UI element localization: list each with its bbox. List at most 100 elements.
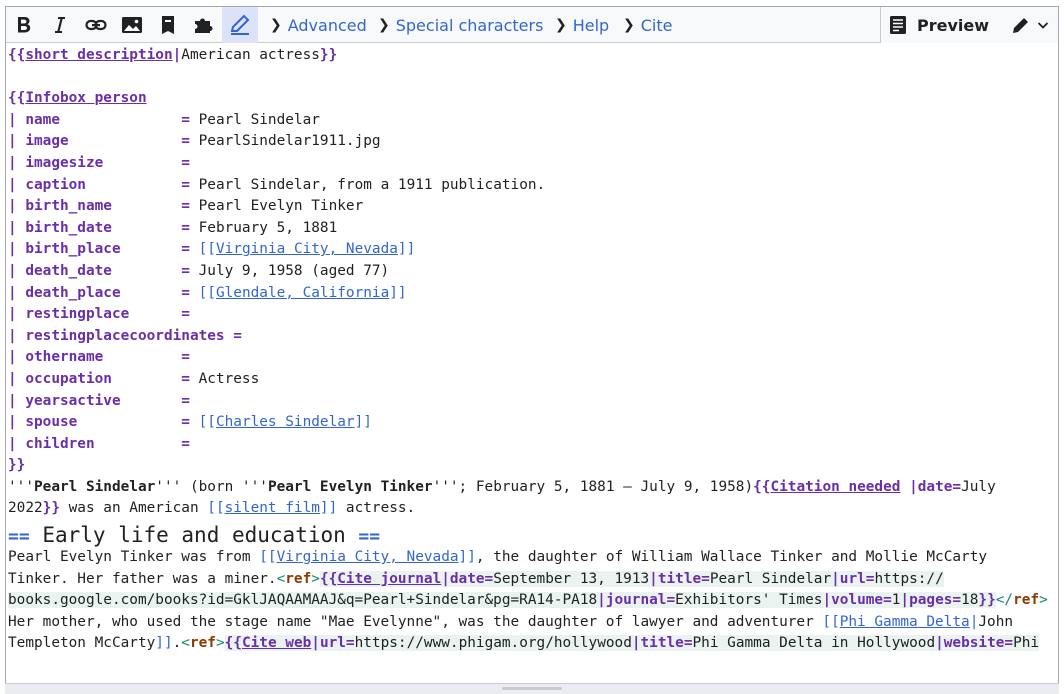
code-line: {{Infobox person bbox=[8, 88, 1056, 110]
code-line: 2022}} was an American [[silent film]] a… bbox=[8, 498, 1056, 520]
param-key: | yearsactive bbox=[8, 392, 121, 409]
param-key: | name bbox=[8, 111, 60, 128]
edit-mode-button[interactable] bbox=[222, 7, 258, 43]
tag-name: ref bbox=[189, 635, 216, 652]
plain-text: . bbox=[172, 635, 182, 652]
param-line: | name = Pearl Sindelar bbox=[8, 110, 1056, 132]
param-key: | restingplacecoordinates bbox=[8, 327, 225, 344]
template-param: |website= bbox=[935, 635, 1014, 652]
param-key: | birth_date bbox=[8, 219, 112, 236]
resize-handle[interactable] bbox=[5, 683, 1059, 694]
link-close: ]] bbox=[458, 549, 476, 566]
plain-text: , the daughter of William Wallace Tinker… bbox=[475, 549, 988, 566]
template-close: }} bbox=[8, 457, 26, 474]
plain-text: was an American bbox=[59, 500, 208, 517]
link-target: Charles Sindelar bbox=[215, 414, 355, 431]
template-value: July bbox=[961, 478, 996, 495]
template-param: |url= bbox=[311, 635, 355, 652]
param-equals: = bbox=[181, 154, 190, 171]
param-equals: = bbox=[181, 349, 190, 366]
param-line: | othername = bbox=[8, 347, 1056, 369]
template-close: }} bbox=[978, 592, 996, 609]
param-equals: = bbox=[181, 435, 190, 452]
code-line: }} bbox=[8, 455, 1056, 477]
param-equals: = bbox=[181, 370, 190, 387]
param-equals: = bbox=[181, 111, 190, 128]
chevron-right-icon: ❯ bbox=[378, 17, 390, 33]
param-padding bbox=[77, 414, 181, 430]
bold-text: Pearl Sindelar bbox=[34, 478, 156, 495]
param-line: | imagesize = bbox=[8, 153, 1056, 175]
param-padding bbox=[112, 371, 181, 387]
wikitext-content[interactable]: {{short description|American actress}} {… bbox=[8, 45, 1056, 655]
param-value: Pearl Evelyn Tinker bbox=[189, 198, 364, 215]
template-button[interactable] bbox=[186, 7, 222, 43]
bold-quote: ''' bbox=[8, 478, 34, 495]
param-line: | occupation = Actress bbox=[8, 369, 1056, 391]
param-line: | restingplace = bbox=[8, 304, 1056, 326]
wikilink: [[Virginia City, Nevada]] bbox=[259, 549, 476, 565]
plain-text: Her mother, who used the stage name "Mae… bbox=[8, 613, 823, 630]
code-line: {{short description|American actress}} bbox=[8, 45, 1056, 67]
template-close: }} bbox=[319, 47, 338, 63]
preview-label: Preview bbox=[917, 15, 990, 35]
ref-content: books.google.com/books?id=GklJAQAAMAAJ&q… bbox=[8, 592, 996, 609]
tag-name: ref bbox=[285, 570, 312, 587]
param-padding bbox=[95, 436, 182, 452]
heading-marker: == bbox=[8, 526, 30, 548]
wikilink: [[Charles Sindelar]] bbox=[199, 414, 372, 430]
toolbar-right-group: Preview bbox=[880, 7, 1058, 43]
ref-content: {{Cite web|url=https://www.phigam.org/ho… bbox=[224, 635, 1040, 652]
image-icon bbox=[122, 17, 142, 33]
bold-text: Pearl Evelyn Tinker bbox=[267, 478, 433, 495]
editor-switch-button[interactable] bbox=[1002, 7, 1058, 43]
bold-icon bbox=[18, 17, 31, 33]
advanced-menu[interactable]: ❯ Advanced bbox=[270, 7, 367, 43]
pencil-icon bbox=[230, 14, 250, 35]
template-param: |journal= bbox=[597, 592, 676, 609]
reference-icon bbox=[162, 16, 174, 34]
template-name: Cite web bbox=[241, 635, 312, 652]
section-heading: == Early life and education == bbox=[8, 522, 1056, 548]
code-line: Her mother, who used the stage name "Mae… bbox=[8, 612, 1056, 634]
cite-menu[interactable]: ❯ Cite bbox=[623, 7, 672, 43]
template-name: Citation needed bbox=[770, 478, 901, 495]
template-pipe: | bbox=[172, 47, 182, 63]
link-open: [[ bbox=[198, 284, 216, 301]
param-padding bbox=[112, 220, 181, 236]
help-menu[interactable]: ❯ Help bbox=[555, 7, 609, 43]
chevron-right-icon: ❯ bbox=[270, 17, 282, 33]
param-key: | birth_name bbox=[8, 198, 112, 215]
param-line: | restingplacecoordinates = bbox=[8, 326, 1056, 348]
resize-grip[interactable] bbox=[502, 687, 562, 690]
chevron-right-icon: ❯ bbox=[623, 17, 635, 33]
link-button[interactable] bbox=[78, 7, 114, 43]
help-label: Help bbox=[572, 15, 610, 35]
chevron-right-icon: ❯ bbox=[555, 17, 567, 33]
image-button[interactable] bbox=[114, 7, 150, 43]
heading-text: Early life and education bbox=[29, 523, 359, 548]
reference-button[interactable] bbox=[150, 7, 186, 43]
plain-text: ''' (born ''' bbox=[155, 478, 268, 495]
param-equals: = bbox=[181, 133, 190, 150]
template-value: 2022 bbox=[8, 500, 43, 517]
bold-button[interactable] bbox=[6, 7, 42, 43]
param-key: | imagesize bbox=[8, 154, 104, 171]
ref-tag-close: </ref> bbox=[996, 592, 1048, 608]
code-line: books.google.com/books?id=GklJAQAAMAAJ&q… bbox=[8, 590, 1056, 612]
template-open: {{ bbox=[8, 90, 26, 107]
plain-text bbox=[900, 479, 909, 495]
param-key: | othername bbox=[8, 349, 104, 366]
link-close: ]] bbox=[319, 500, 338, 517]
param-equals: = bbox=[233, 327, 242, 344]
preview-button[interactable]: Preview bbox=[881, 7, 1001, 43]
template-name: Cite journal bbox=[337, 570, 442, 587]
template-open: {{ bbox=[319, 570, 338, 587]
param-equals: = bbox=[181, 306, 190, 323]
special-characters-menu[interactable]: ❯ Special characters bbox=[378, 7, 543, 43]
param-line: | yearsactive = bbox=[8, 391, 1056, 413]
italic-button[interactable] bbox=[42, 7, 78, 43]
param-line: | image = PearlSindelar1911.jpg bbox=[8, 131, 1056, 153]
param-key: | death_date bbox=[8, 262, 112, 279]
